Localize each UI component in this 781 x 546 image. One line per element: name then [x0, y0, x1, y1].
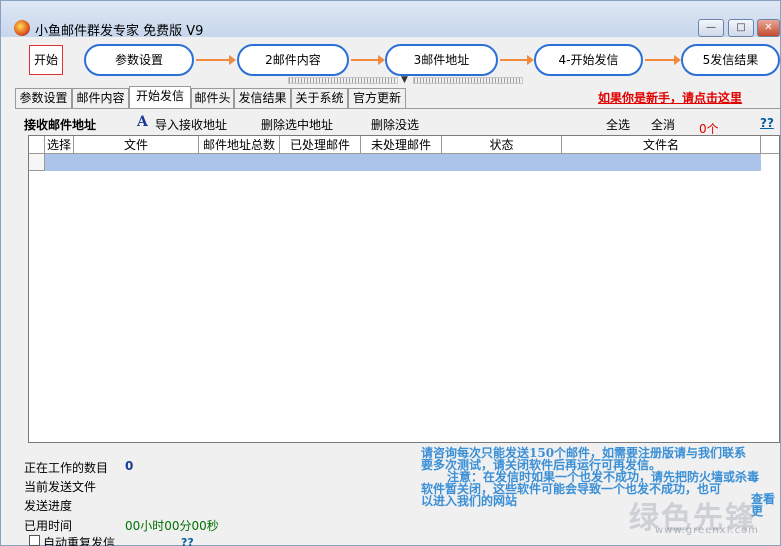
website-link[interactable]: 以进入我们的网站 [421, 494, 517, 508]
step-params[interactable]: 参数设置 [84, 44, 194, 76]
column-address-total[interactable]: 邮件地址总数 [199, 136, 280, 154]
watermark-url: www.greenxf.com [655, 525, 759, 536]
splitter-handle-left[interactable] [288, 77, 398, 84]
column-select[interactable]: 选择 [45, 136, 74, 154]
tab-send-result[interactable]: 发信结果 [234, 88, 291, 108]
current-file-label: 当前发送文件 [24, 480, 97, 494]
close-button[interactable]: ✕ [757, 19, 780, 37]
row-header[interactable] [29, 154, 45, 171]
import-address-button[interactable]: 导入接收地址 [155, 116, 227, 133]
tab-mail-header[interactable]: 邮件头 [191, 88, 234, 108]
select-all-button[interactable]: 全选 [606, 116, 630, 133]
auto-resend-help-link[interactable]: ?? [181, 536, 194, 546]
recv-address-label: 接收邮件地址 [24, 118, 97, 132]
tab-params[interactable]: 参数设置 [15, 88, 72, 108]
app-fish-icon [14, 20, 30, 36]
elapsed-time-value: 00小时00分00秒 [125, 519, 219, 533]
working-count-value: 0 [125, 459, 134, 473]
newbie-help-link[interactable]: 如果你是新手，请点击这里 [598, 89, 742, 106]
step-start-send[interactable]: 4-开始发信 [534, 44, 643, 76]
maximize-button[interactable]: □ [728, 19, 754, 37]
row-selection[interactable] [45, 154, 761, 171]
step-mail-content[interactable]: 2邮件内容 [237, 44, 349, 76]
chevron-down-icon[interactable]: ▼ [401, 75, 408, 85]
app-window: 小鱼邮件群发专家 免费版 V9 — □ ✕ 开始 参数设置 2邮件内容 3邮件地… [0, 0, 781, 546]
step-send-result[interactable]: 5发信结果 [681, 44, 780, 76]
window-title: 小鱼邮件群发专家 免费版 V9 [35, 24, 204, 39]
toolbar-help-link[interactable]: ?? [760, 116, 774, 130]
minimize-button[interactable]: — [698, 19, 724, 37]
tab-divider [15, 108, 780, 109]
flow-arrow [351, 55, 385, 65]
column-status[interactable]: 状态 [442, 136, 562, 154]
auto-resend-label: 自动重复发信 [43, 536, 116, 546]
header-corner [29, 136, 45, 154]
working-count-label: 正在工作的数目 [24, 461, 109, 475]
address-table[interactable]: 选择 文件 邮件地址总数 已处理邮件 未处理邮件 状态 文件名 [28, 135, 780, 443]
auto-resend-checkbox[interactable] [29, 535, 40, 546]
table-row[interactable] [29, 154, 779, 171]
column-processed[interactable]: 已处理邮件 [280, 136, 361, 154]
tab-official-update[interactable]: 官方更新 [348, 88, 406, 108]
deselect-all-button[interactable]: 全消 [651, 116, 675, 133]
import-address-icon[interactable]: A [137, 114, 148, 130]
start-button[interactable]: 开始 [29, 45, 63, 75]
splitter-handle-right[interactable] [413, 77, 523, 84]
delete-unselected-button[interactable]: 删除没选 [371, 116, 419, 133]
tab-about[interactable]: 关于系统 [291, 88, 348, 108]
flow-arrow [500, 55, 534, 65]
delete-selected-button[interactable]: 删除选中地址 [261, 116, 333, 133]
title-bar: 小鱼邮件群发专家 免费版 V9 — □ ✕ [1, 1, 780, 39]
column-file[interactable]: 文件 [74, 136, 199, 154]
elapsed-time-label: 已用时间 [24, 519, 73, 533]
flow-arrow [196, 55, 236, 65]
column-filename[interactable]: 文件名 [562, 136, 761, 154]
tab-mail-content[interactable]: 邮件内容 [72, 88, 129, 108]
flow-arrow [645, 55, 681, 65]
send-progress-label: 发送进度 [24, 499, 73, 513]
column-unprocessed[interactable]: 未处理邮件 [361, 136, 442, 154]
tab-start-send[interactable]: 开始发信 [129, 86, 191, 108]
table-header: 选择 文件 邮件地址总数 已处理邮件 未处理邮件 状态 文件名 [29, 136, 779, 154]
step-mail-address[interactable]: 3邮件地址 [385, 44, 498, 76]
